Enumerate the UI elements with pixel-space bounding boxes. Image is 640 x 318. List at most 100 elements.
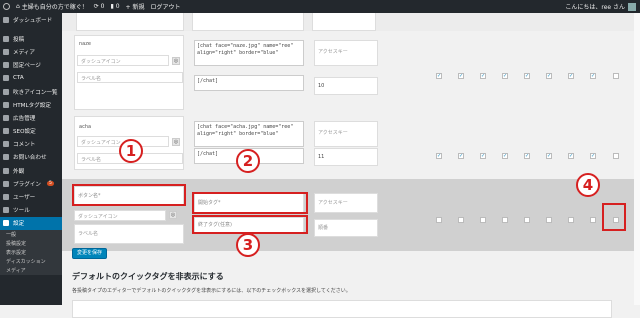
visibility-checkbox[interactable] <box>436 217 442 223</box>
visibility-checkbox[interactable]: ✓ <box>590 153 596 159</box>
sidebar-item-media[interactable]: メディア <box>0 45 62 58</box>
sidebar-item-label: メディア <box>13 49 35 56</box>
visibility-checkbox[interactable] <box>524 217 530 223</box>
visibility-checkbox[interactable] <box>480 217 486 223</box>
annotation-number-3: 3 <box>236 233 260 257</box>
visibility-checkbox[interactable]: ✓ <box>480 73 486 79</box>
annotation-box-1 <box>72 184 186 206</box>
icon-picker-button[interactable]: ◎ <box>172 57 180 65</box>
annotation-number-1: 1 <box>119 139 143 163</box>
icon-picker-button[interactable]: ◎ <box>169 211 177 219</box>
sidebar-item-label: ツール <box>13 208 30 215</box>
visibility-checkbox[interactable]: ✓ <box>524 153 530 159</box>
table-row: naze ダッシュアイコン ◎ ラベル名 [chat face="naze.jp… <box>62 35 640 110</box>
visibility-checkbox[interactable] <box>502 217 508 223</box>
annotation-box-2 <box>192 192 308 214</box>
dash-icon-input[interactable]: ダッシュアイコン <box>77 55 169 66</box>
visibility-checkbox[interactable] <box>590 217 596 223</box>
new-accesskey-input[interactable]: アクセスキー <box>314 193 378 213</box>
open-tag-textarea[interactable]: [chat face="acha.jpg" name="ree" align="… <box>194 121 304 147</box>
visibility-checkbox[interactable]: ✓ <box>502 153 508 159</box>
visibility-checkbox[interactable]: ✓ <box>590 73 596 79</box>
new-content-link[interactable]: + 新規 <box>123 2 148 11</box>
visibility-checkbox[interactable]: ✓ <box>458 153 464 159</box>
sidebar-item-page[interactable]: 固定ページ <box>0 59 62 72</box>
new-order-input[interactable]: 順番 <box>314 219 378 237</box>
visibility-checkbox[interactable]: ✓ <box>458 73 464 79</box>
visibility-checkbox[interactable]: ✓ <box>436 73 442 79</box>
dashboard-icon <box>3 16 9 23</box>
delete-checkbox[interactable] <box>613 73 619 79</box>
visibility-checkbox[interactable]: ✓ <box>436 153 442 159</box>
scrollbar[interactable] <box>634 13 640 305</box>
balloon-icon <box>3 88 9 95</box>
sidebar-item-plugin[interactable]: プラグイン 5 <box>0 177 62 190</box>
order-input[interactable]: 10 <box>314 77 378 95</box>
new-dash-icon-input[interactable]: ダッシュアイコン <box>74 210 166 221</box>
site-name-link[interactable]: ⌂ 主婦も自分の方で稼ぐ！ <box>13 2 91 11</box>
sidebar-item-tool[interactable]: ツール <box>0 204 62 217</box>
visibility-checkbox[interactable]: ✓ <box>546 73 552 79</box>
sidebar-item-balloon[interactable]: 吹きアイコン一覧 <box>0 85 62 98</box>
icon-picker-button[interactable]: ◎ <box>172 138 180 146</box>
delete-checkbox[interactable] <box>613 153 619 159</box>
ad-icon <box>3 114 9 121</box>
wp-logo-icon[interactable] <box>0 3 13 10</box>
label-name-input[interactable]: ラベル名 <box>77 72 183 83</box>
new-label-name-input[interactable]: ラベル名 <box>74 224 184 244</box>
save-changes-button[interactable]: 変更を保存 <box>72 248 108 259</box>
logout-link[interactable]: ログアウト <box>147 2 183 11</box>
sidebar-item-ad[interactable]: 広告管理 <box>0 111 62 124</box>
sidebar-item-comment[interactable]: コメント <box>0 138 62 151</box>
submenu-item[interactable]: ディスカッション <box>0 257 62 266</box>
visibility-checkbox[interactable]: ✓ <box>568 153 574 159</box>
sidebar-item-label: 投稿 <box>13 36 25 43</box>
visibility-checkbox[interactable]: ✓ <box>524 73 530 79</box>
sidebar-item-seo[interactable]: SEO設定 <box>0 125 62 138</box>
annotation-box-3 <box>192 215 308 234</box>
visibility-checkbox[interactable] <box>546 217 552 223</box>
visibility-checkbox[interactable]: ✓ <box>480 153 486 159</box>
sidebar-item-label: お問い合わせ <box>13 155 47 162</box>
accesskey-input[interactable]: アクセスキー <box>314 40 378 66</box>
submenu-item[interactable]: 投稿設定 <box>0 239 62 248</box>
admin-sidebar: ダッシュボード 投稿 メディア 固定ページ CTA 吹きアイコン一覧 HTMLタグ設定 広告管… <box>0 13 62 305</box>
visibility-checkbox[interactable] <box>568 217 574 223</box>
updates-link[interactable]: ⟳ 0 <box>91 3 108 10</box>
sidebar-item-label: プラグイン <box>13 181 41 188</box>
comment-icon <box>3 141 9 148</box>
quicktag-settings-box <box>72 300 612 318</box>
mail-icon <box>3 154 9 161</box>
sidebar-item-settings[interactable]: 設定 <box>0 216 62 230</box>
sidebar-item-code[interactable]: HTMLタグ設定 <box>0 98 62 111</box>
sidebar-item-pin[interactable]: 投稿 <box>0 32 62 45</box>
sidebar-item-user[interactable]: ユーザー <box>0 190 62 203</box>
sidebar-item-label: 固定ページ <box>13 63 41 70</box>
close-tag-textarea[interactable]: [/chat] <box>194 75 304 91</box>
sidebar-item-label: 外観 <box>13 168 25 175</box>
visibility-checkbox[interactable]: ✓ <box>546 153 552 159</box>
greeting-link[interactable]: こんにちは、ree さん <box>565 2 625 11</box>
accesskey-input[interactable]: アクセスキー <box>314 121 378 147</box>
submenu-item[interactable]: 表示設定 <box>0 248 62 257</box>
annotation-number-4: 4 <box>576 173 600 197</box>
submenu-item[interactable]: メディア <box>0 266 62 275</box>
avatar[interactable] <box>628 2 636 11</box>
user-icon <box>3 194 9 201</box>
cta-icon <box>3 75 9 82</box>
sidebar-item-cta[interactable]: CTA <box>0 72 62 85</box>
sidebar-item-brush[interactable]: 外観 <box>0 164 62 177</box>
admin-bar: ⌂ 主婦も自分の方で稼ぐ！ ⟳ 0 ▮ 0 + 新規 ログアウト こんにちは、r… <box>0 0 640 13</box>
open-tag-textarea[interactable]: [chat face="naze.jpg" name="ree" align="… <box>194 40 304 66</box>
order-input[interactable]: 11 <box>314 148 378 166</box>
visibility-checkbox[interactable]: ✓ <box>502 73 508 79</box>
visibility-checkbox[interactable]: ✓ <box>568 73 574 79</box>
sidebar-item-mail[interactable]: お問い合わせ <box>0 151 62 164</box>
annotation-box-4 <box>602 203 626 231</box>
visibility-checkbox[interactable] <box>458 217 464 223</box>
sidebar-item-dashboard[interactable]: ダッシュボード <box>0 13 62 26</box>
comments-link[interactable]: ▮ 0 <box>108 3 123 10</box>
plugin-icon <box>3 180 9 187</box>
submenu-item[interactable]: 一般 <box>0 230 62 239</box>
code-icon <box>3 101 9 108</box>
